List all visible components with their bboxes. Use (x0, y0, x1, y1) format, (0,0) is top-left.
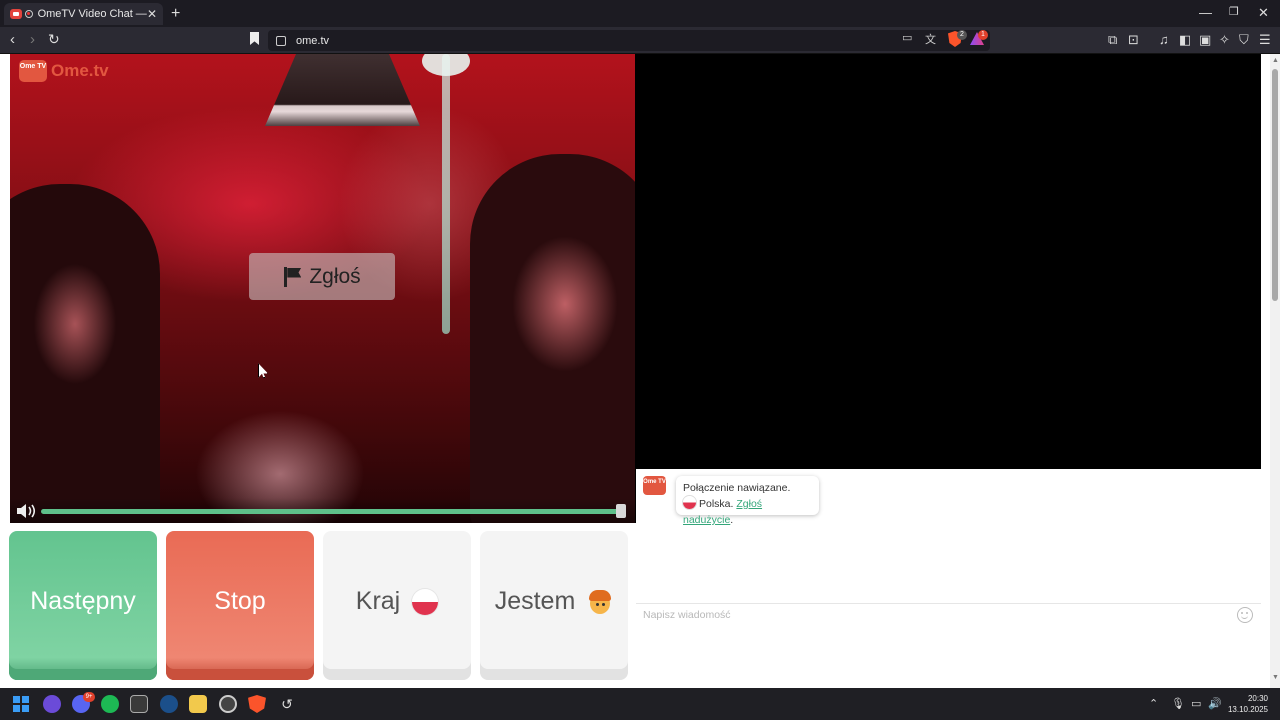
steam-icon[interactable] (160, 695, 178, 713)
rewards-count-badge: 1 (978, 30, 988, 40)
logo-tv-icon: Ome TV (19, 60, 47, 82)
extensions-icon[interactable]: ⧉ (1108, 32, 1117, 48)
discord-badge: 9+ (83, 692, 95, 702)
logo-text: Ome.tv (51, 61, 109, 80)
clock-time: 20:30 (1247, 694, 1268, 703)
boy-emoji-icon (587, 589, 613, 615)
gender-button[interactable]: Jestem (480, 531, 628, 680)
forward-button[interactable]: › (30, 31, 35, 48)
country-button[interactable]: Kraj (323, 531, 471, 680)
app-icon-arrow[interactable]: ↺ (278, 695, 296, 713)
spotify-icon[interactable] (101, 695, 119, 713)
next-button[interactable]: Następny (9, 531, 157, 680)
stop-label: Stop (214, 587, 266, 615)
report-button[interactable]: Zgłoś (249, 253, 395, 300)
new-tab-button[interactable]: + (171, 5, 180, 23)
sidebar-icon[interactable]: ◧ (1179, 32, 1191, 48)
address-bar[interactable]: ome.tv (268, 30, 990, 51)
leo-ai-icon[interactable]: ✧ (1219, 32, 1230, 48)
tab-title: OmeTV Video Chat — Omeg (37, 8, 147, 20)
shields-count-badge: 2 (957, 30, 967, 40)
screenshot-icon[interactable]: ⊡ (1128, 32, 1139, 48)
system-message-line2: Polska. Zgłoś nadużycie. (683, 496, 812, 528)
poland-flag-icon (412, 588, 439, 615)
video-cord (442, 54, 450, 334)
video-lamp (265, 54, 420, 126)
report-label: Zgłoś (309, 264, 361, 288)
browser-tab-bar: OmeTV Video Chat — Omeg ✕ + — ❐ ✕ (0, 0, 1280, 27)
message-end: . (730, 514, 734, 526)
windows-taskbar: 9+ ↺ ⌃ 🎙 ▭ 🔊 20:30 13.10.2025 (0, 688, 1280, 720)
recording-indicator-icon (24, 10, 33, 18)
tray-overflow-icon[interactable]: ⌃ (1149, 697, 1158, 710)
system-message: Połączenie nawiązane. Polska. Zgłoś nadu… (676, 476, 819, 526)
back-button[interactable]: ‹ (10, 31, 15, 48)
emoji-picker-icon[interactable] (1237, 607, 1253, 623)
scrollbar-thumb[interactable] (1272, 69, 1278, 301)
app-icon-circle[interactable] (219, 695, 237, 713)
wallet-icon[interactable]: ▣ (1199, 32, 1211, 48)
volume-tray-icon[interactable]: 🔊 (1208, 697, 1222, 710)
flag-icon (283, 266, 301, 287)
tab-close-icon[interactable]: ✕ (147, 7, 157, 21)
poland-flag-small-icon (683, 496, 696, 509)
volume-slider-track[interactable] (41, 509, 622, 514)
browser-toolbar: ‹ › ↻ ome.tv ▭ 文 2 1 ⧉ ⊡ ♫ ◧ ▣ ✧ ⛉ ☰ (0, 27, 1280, 54)
chat-ometv-icon: Ome TV (643, 476, 666, 495)
scroll-up-icon[interactable]: ▲ (1272, 57, 1279, 64)
volume-bar (10, 498, 635, 523)
media-icon[interactable]: ♫ (1159, 32, 1169, 47)
clock-date: 13.10.2025 (1227, 705, 1268, 714)
microphone-icon[interactable]: 🎙 (1171, 697, 1185, 710)
vpn-icon[interactable]: ⛉ (1239, 32, 1249, 48)
network-icon[interactable]: ▭ (1191, 697, 1201, 710)
cast-icon[interactable]: ▭ (902, 31, 912, 44)
system-clock[interactable]: 20:30 13.10.2025 (1222, 693, 1268, 715)
video-person-right (470, 154, 635, 523)
file-explorer-icon[interactable] (189, 695, 207, 713)
app-icon-purple[interactable] (43, 695, 61, 713)
minimize-window-button[interactable]: — (1199, 5, 1212, 20)
speaker-icon[interactable] (16, 503, 38, 519)
chat-input-area[interactable]: Napisz wiadomość (636, 603, 1261, 627)
site-settings-icon[interactable] (276, 35, 286, 46)
close-window-button[interactable]: ✕ (1258, 5, 1269, 21)
bookmark-icon[interactable] (250, 32, 259, 45)
maximize-window-button[interactable]: ❐ (1229, 5, 1239, 18)
local-video-pane (635, 54, 1261, 523)
remote-video-pane[interactable]: Ome TV Ome.tv Zgłoś (10, 54, 635, 523)
system-message-line1: Połączenie nawiązane. (683, 482, 791, 494)
gender-label: Jestem (494, 587, 576, 615)
browser-tab-active[interactable]: OmeTV Video Chat — Omeg ✕ (4, 3, 163, 25)
store-icon[interactable] (130, 695, 148, 713)
address-url: ome.tv (296, 34, 330, 47)
volume-slider-handle[interactable] (616, 504, 626, 518)
windows-start-icon[interactable] (13, 696, 29, 712)
page-scrollbar[interactable]: ▲ ▼ (1270, 54, 1280, 688)
ometv-logo: Ome TV Ome.tv (19, 60, 109, 82)
video-light-bulb (422, 54, 470, 76)
brave-taskbar-icon[interactable] (248, 695, 266, 713)
chat-input-placeholder: Napisz wiadomość (643, 609, 731, 621)
menu-icon[interactable]: ☰ (1259, 32, 1271, 48)
video-person-left (10, 184, 160, 523)
reload-button[interactable]: ↻ (48, 31, 60, 48)
stop-button[interactable]: Stop (166, 531, 314, 680)
country-label: Kraj (355, 587, 401, 615)
ometv-favicon-icon (10, 9, 22, 19)
translate-icon[interactable]: 文 (925, 31, 936, 47)
message-country: Polska. (699, 498, 734, 510)
next-label: Następny (30, 587, 136, 615)
scroll-down-icon[interactable]: ▼ (1272, 674, 1279, 681)
